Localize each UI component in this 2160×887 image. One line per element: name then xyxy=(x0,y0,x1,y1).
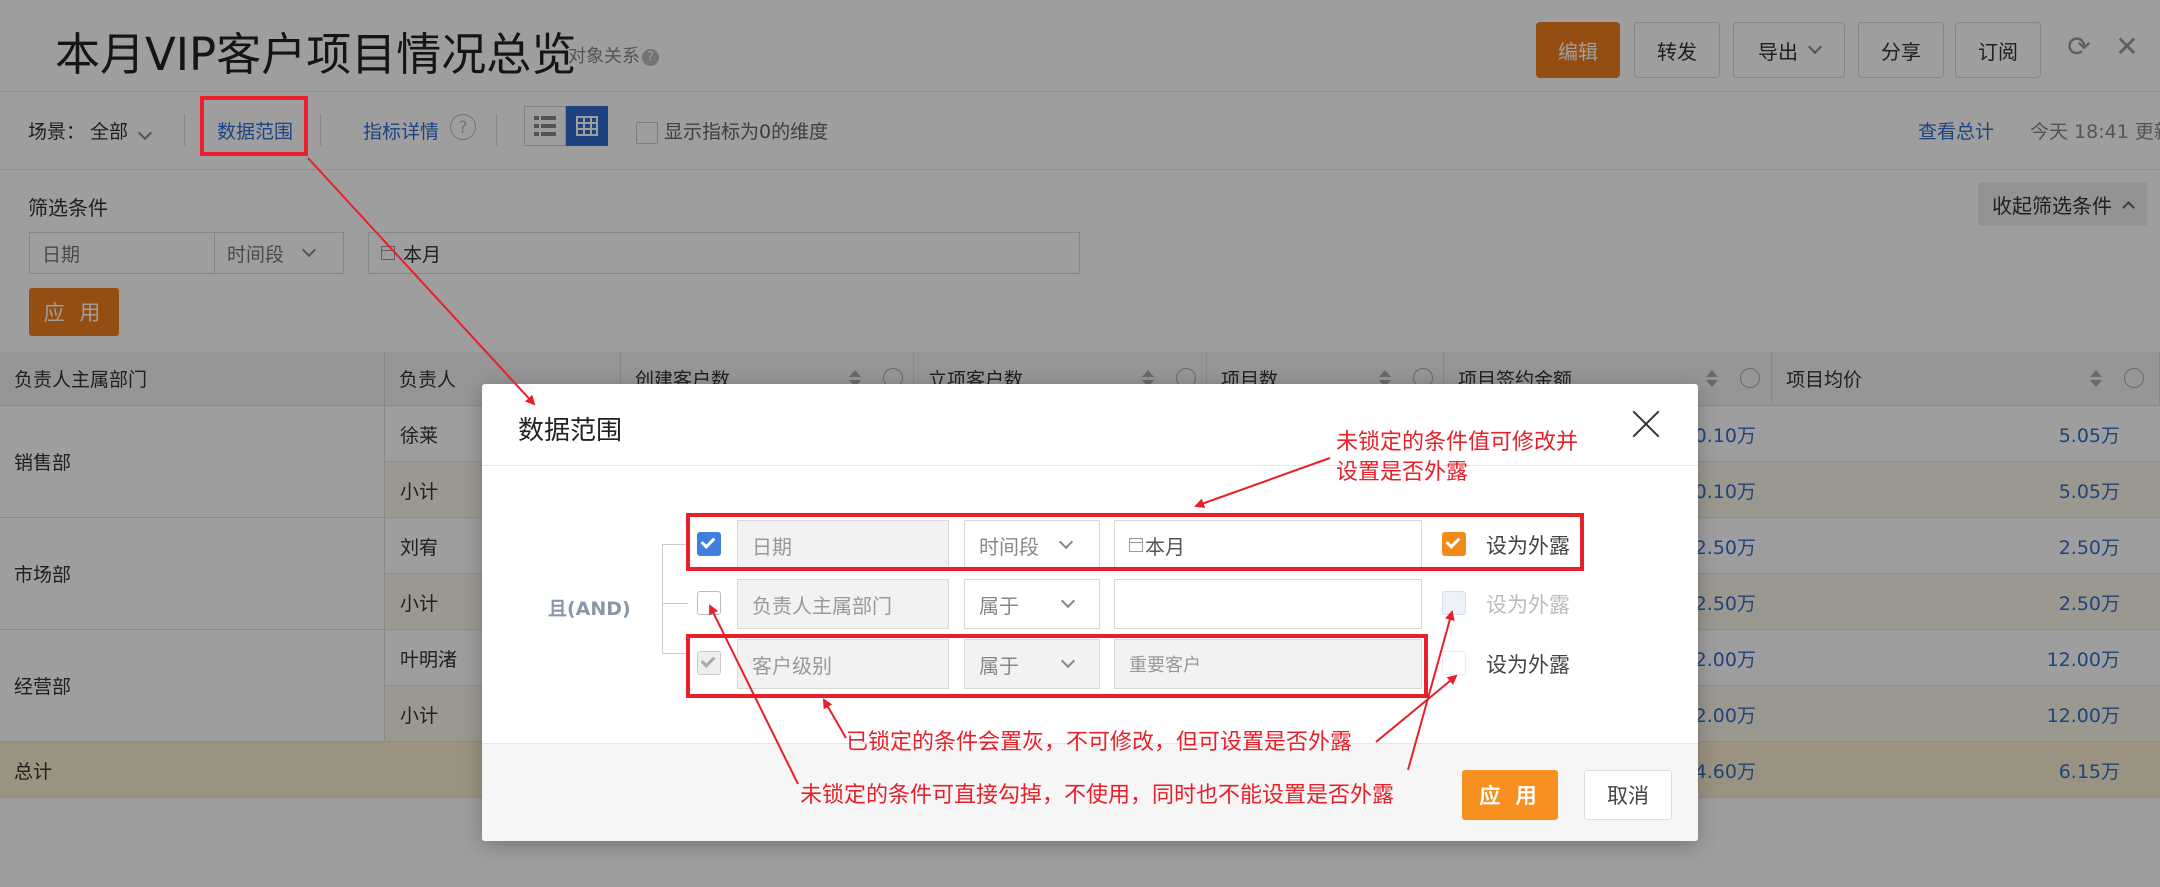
annotation-highlight xyxy=(686,513,1584,571)
annotation-note: 已锁定的条件会置灰，不可修改，但可设置是否外露 xyxy=(846,730,1353,755)
expose-checkbox[interactable] xyxy=(1442,651,1466,675)
annotation-note: 设置是否外露 xyxy=(1336,460,1469,485)
condition-field[interactable]: 负责人主属部门 xyxy=(737,579,949,629)
close-icon[interactable] xyxy=(1628,406,1664,442)
logic-label: 且(AND) xyxy=(548,598,631,620)
expose-checkbox xyxy=(1442,591,1466,615)
annotation-highlight xyxy=(686,634,1428,698)
expose-label: 设为外露 xyxy=(1486,593,1570,617)
dialog-title: 数据范围 xyxy=(518,416,623,446)
condition-value-input[interactable] xyxy=(1114,579,1422,629)
dialog-cancel-button[interactable]: 取消 xyxy=(1584,770,1672,820)
app-root: 本月VIP客户项目情况总览 对象关系? 编辑 转发 导出 分享 订阅 ⟳ ✕ 场… xyxy=(0,0,2160,887)
condition-operator[interactable]: 属于 xyxy=(964,579,1100,629)
dialog-apply-button[interactable]: 应 用 xyxy=(1462,770,1558,820)
annotation-highlight xyxy=(200,96,308,156)
annotation-note: 未锁定的条件值可修改并 xyxy=(1336,430,1579,455)
condition-operator-value: 属于 xyxy=(979,593,1019,618)
tree-connector xyxy=(662,603,688,604)
expose-label: 设为外露 xyxy=(1486,653,1570,677)
chevron-down-icon xyxy=(1060,593,1076,609)
condition-checkbox[interactable] xyxy=(697,591,721,615)
tree-connector xyxy=(662,544,688,545)
tree-connector xyxy=(662,653,688,654)
annotation-note: 未锁定的条件可直接勾掉，不使用，同时也不能设置是否外露 xyxy=(800,783,1395,808)
tree-connector xyxy=(662,544,663,654)
